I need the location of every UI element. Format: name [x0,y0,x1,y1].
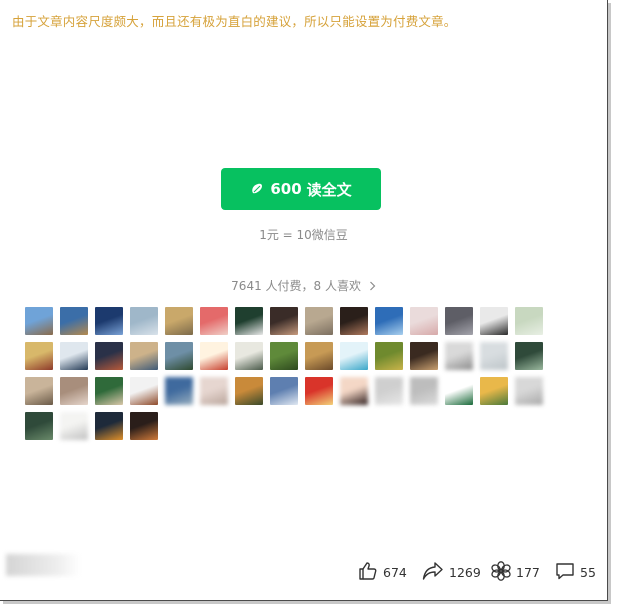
payer-avatar[interactable] [340,307,368,335]
payer-avatar[interactable] [480,307,508,335]
payer-avatar[interactable] [60,307,88,335]
payer-avatar[interactable] [410,342,438,370]
payer-avatar[interactable] [25,342,53,370]
payer-avatar[interactable] [480,342,508,370]
comment-button[interactable]: 55 [555,561,596,584]
paywall-notice: 由于文章内容尺度颇大，而且还有极为直白的建议，所以只能设置为付费文章。 [12,14,457,29]
share-button[interactable]: 1269 [422,561,481,584]
payer-avatar[interactable] [60,412,88,440]
wechat-bean-icon [250,182,264,196]
payer-avatar[interactable] [95,377,123,405]
like-count: 674 [383,565,407,580]
pay-amount: 600 [270,180,302,198]
payer-avatar[interactable] [340,342,368,370]
payer-avatar[interactable] [235,307,263,335]
payer-avatar[interactable] [95,307,123,335]
payer-avatar[interactable] [165,342,193,370]
payer-avatar[interactable] [270,307,298,335]
flower-icon [491,561,516,584]
payer-avatar[interactable] [95,412,123,440]
payer-avatar[interactable] [410,377,438,405]
like-button[interactable]: 674 [358,561,407,584]
payer-avatar[interactable] [60,377,88,405]
payer-avatar[interactable] [130,377,158,405]
payer-avatar[interactable] [270,377,298,405]
payer-avatar[interactable] [445,377,473,405]
payer-avatar[interactable] [235,377,263,405]
payer-avatar[interactable] [305,377,333,405]
payer-avatar[interactable] [305,342,333,370]
payer-avatar[interactable] [375,342,403,370]
payer-avatar[interactable] [375,377,403,405]
payer-avatar[interactable] [130,307,158,335]
comment-count: 55 [580,565,596,580]
payer-avatar[interactable] [445,307,473,335]
comment-icon [555,561,580,584]
payer-avatar[interactable] [165,377,193,405]
payer-avatar[interactable] [270,342,298,370]
payer-avatar[interactable] [480,377,508,405]
payer-avatar[interactable] [165,307,193,335]
payer-avatar[interactable] [130,342,158,370]
payer-avatar[interactable] [200,342,228,370]
payer-avatar[interactable] [515,307,543,335]
thumbs-up-icon [358,561,383,584]
payer-avatar[interactable] [25,377,53,405]
payer-avatar[interactable] [130,412,158,440]
payer-avatar[interactable] [200,377,228,405]
payer-avatar[interactable] [515,377,543,405]
payers-summary[interactable]: 7641 人付费，8 人喜欢 [0,277,607,294]
payer-avatar[interactable] [305,307,333,335]
payer-avatar[interactable] [25,307,53,335]
share-icon [422,561,449,584]
payer-avatar[interactable] [445,342,473,370]
pay-read-full-button[interactable]: 600 读全文 [221,168,381,210]
exchange-rate: 1元 = 10微信豆 [259,228,348,242]
chevron-right-icon [369,280,376,294]
payer-avatar[interactable] [235,342,263,370]
pay-label: 读全文 [306,180,352,199]
share-count: 1269 [449,565,481,580]
payer-avatar[interactable] [25,412,53,440]
payer-avatar[interactable] [410,307,438,335]
recommend-count: 177 [516,565,540,580]
article-paywall-panel: 由于文章内容尺度颇大，而且还有极为直白的建议，所以只能设置为付费文章。 600 … [0,0,608,601]
action-bar: 674 1269 177 55 [0,561,607,585]
payer-avatar[interactable] [375,307,403,335]
payer-avatar[interactable] [60,342,88,370]
payer-avatar[interactable] [95,342,123,370]
payer-avatar[interactable] [200,307,228,335]
payer-avatar-grid [25,307,543,440]
payer-avatar[interactable] [340,377,368,405]
payer-avatar[interactable] [515,342,543,370]
recommend-button[interactable]: 177 [491,561,540,584]
payers-summary-text: 7641 人付费，8 人喜欢 [231,279,361,293]
